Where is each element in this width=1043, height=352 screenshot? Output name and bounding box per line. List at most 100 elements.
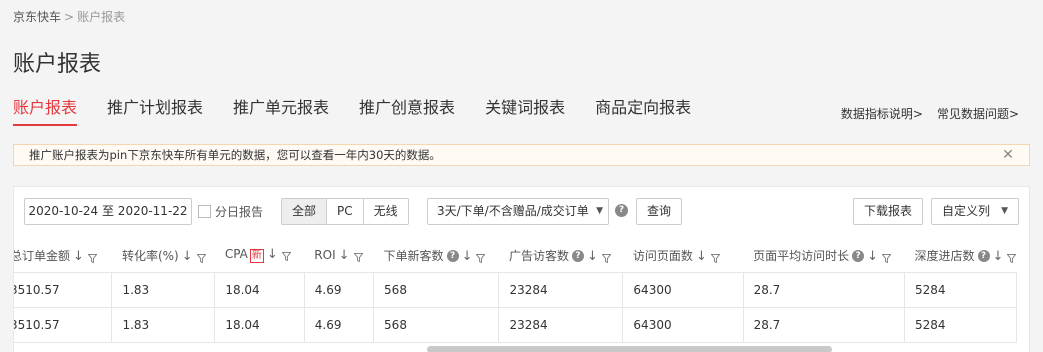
download-report-button[interactable]: 下载报表 [853, 198, 923, 225]
tab-keyword-report[interactable]: 关键词报表 [485, 96, 565, 126]
column-header[interactable]: 总订单金额 ↓ [14, 239, 112, 273]
table-cell: 23284 [498, 272, 624, 308]
column-header-label: 广告访客数 [508, 248, 569, 263]
column-header-label: ROI [314, 247, 336, 262]
breadcrumb-root[interactable]: 京东快车 [13, 10, 61, 24]
filter-icon[interactable] [196, 252, 207, 264]
sort-icon[interactable]: ↓ [73, 249, 84, 264]
table-cell: 4.69 [304, 307, 375, 343]
custom-columns-label: 自定义列 [942, 204, 991, 218]
sort-icon[interactable]: ↓ [339, 248, 350, 263]
column-header[interactable]: 广告访客数? ↓ [498, 239, 623, 273]
column-header[interactable]: 页面平均访问时长? ↓ [743, 239, 905, 273]
chevron-down-icon: ▼ [1001, 206, 1008, 216]
help-icon[interactable]: ? [446, 250, 459, 263]
attribution-select[interactable]: 3天/下单/不含赠品/成交订单 ▼ [427, 198, 609, 225]
daily-report-label: 分日报告 [215, 205, 264, 219]
table-cell: 1.83 [111, 272, 216, 308]
query-button[interactable]: 查询 [636, 198, 682, 225]
filter-icon[interactable] [475, 252, 486, 264]
chevron-down-icon: ▼ [596, 206, 603, 216]
column-header[interactable]: 访问页面数 ↓ [622, 239, 744, 273]
report-table: 总订单金额 ↓ 转化率(%) ↓ CPA 新 ↓ ROI ↓ 下单新客数? ↓ 广告访客数? ↓ 访问页面… [14, 239, 1017, 343]
filter-icon[interactable] [1006, 252, 1017, 264]
table-cell: 18.04 [214, 307, 305, 343]
filter-icon[interactable] [710, 252, 721, 264]
sort-icon[interactable]: ↓ [696, 249, 707, 264]
column-header[interactable]: CPA 新 ↓ [214, 239, 305, 273]
table-cell: 5284 [904, 307, 1017, 343]
date-range-picker[interactable]: 2020-10-24 至 2020-11-22 [24, 198, 192, 225]
tab-product-targeting-report[interactable]: 商品定向报表 [595, 96, 691, 126]
column-header-label: 页面平均访问时长 [753, 248, 850, 263]
column-header-label: 深度进店数 [914, 248, 975, 263]
table-cell: 568 [373, 307, 500, 343]
help-icon[interactable]: ? [572, 250, 584, 263]
custom-columns-button[interactable]: 自定义列 ▼ [931, 198, 1019, 225]
page-title: 账户报表 [13, 52, 102, 77]
horizontal-scrollbar[interactable] [427, 346, 832, 352]
table-cell: 18.04 [214, 272, 305, 308]
filter-icon[interactable] [87, 252, 98, 264]
close-icon[interactable]: ✕ [1001, 146, 1015, 164]
table-cell: 3510.57 [14, 272, 113, 308]
column-header[interactable]: ROI ↓ [304, 239, 374, 273]
sort-icon[interactable]: ↓ [462, 249, 473, 264]
report-tabs: 账户报表 推广计划报表 推广单元报表 推广创意报表 关键词报表 商品定向报表 [13, 96, 721, 126]
column-header-label: 总订单金额 [14, 248, 71, 263]
attribution-select-value: 3天/下单/不含赠品/成交订单 [437, 204, 589, 218]
breadcrumb-separator: > [64, 10, 75, 24]
table-row: 3510.57 1.83 18.04 4.69 568 23284 64300 28.7 528… [14, 272, 1017, 308]
faq-link[interactable]: 常见数据问题> [937, 105, 1019, 122]
tab-account-report[interactable]: 账户报表 [13, 96, 78, 126]
metrics-help-link[interactable]: 数据指标说明> [841, 105, 923, 122]
new-badge: 新 [249, 249, 264, 264]
column-header[interactable]: 下单新客数? ↓ [373, 239, 499, 273]
tab-creative-report[interactable]: 推广创意报表 [359, 96, 455, 126]
daily-report-toggle[interactable]: 分日报告 [198, 203, 263, 220]
column-header-label: CPA [224, 247, 248, 262]
table-header-row: 总订单金额 ↓ 转化率(%) ↓ CPA 新 ↓ ROI ↓ 下单新客数? ↓ 广告访客数? ↓ 访问页面… [14, 239, 1017, 273]
report-table-container[interactable]: 总订单金额 ↓ 转化率(%) ↓ CPA 新 ↓ ROI ↓ 下单新客数? ↓ 广告访客数? ↓ 访问页面… [14, 239, 1029, 352]
table-cell: 4.69 [304, 272, 375, 308]
sort-icon[interactable]: ↓ [993, 249, 1004, 264]
table-cell: 3510.57 [14, 307, 113, 343]
sort-icon[interactable]: ↓ [587, 249, 598, 264]
help-links: 数据指标说明> 常见数据问题> [841, 105, 1019, 122]
filter-icon[interactable] [353, 251, 363, 263]
column-header[interactable]: 转化率(%) ↓ [111, 239, 215, 273]
column-header[interactable]: 深度进店数? ↓ [904, 239, 1017, 273]
table-row: 3510.57 1.83 18.04 4.69 568 23284 64300 28.7 528… [14, 307, 1017, 343]
help-icon[interactable]: ? [977, 250, 990, 263]
table-cell: 1.83 [111, 307, 216, 343]
device-segment: 全部 PC 无线 [281, 198, 409, 225]
column-header-label: 转化率(%) [121, 248, 179, 263]
sort-icon[interactable]: ↓ [867, 249, 878, 264]
device-option-all[interactable]: 全部 [282, 199, 328, 224]
tab-campaign-report[interactable]: 推广计划报表 [107, 96, 203, 126]
device-option-pc[interactable]: PC [327, 199, 364, 224]
notice-bar: 推广账户报表为pin下京东快车所有单元的数据，您可以查看一年内30天的数据。 ✕ [13, 144, 1030, 166]
daily-report-checkbox[interactable] [198, 205, 211, 218]
column-header-label: 下单新客数 [383, 248, 444, 263]
table-cell: 568 [373, 272, 500, 308]
breadcrumb-current: 账户报表 [77, 10, 126, 24]
table-cell: 5284 [904, 272, 1017, 308]
table-cell: 64300 [622, 272, 744, 308]
help-icon[interactable]: ? [615, 204, 628, 217]
filter-icon[interactable] [601, 252, 612, 264]
table-cell: 28.7 [743, 272, 906, 308]
table-cell: 23284 [498, 307, 624, 343]
report-panel: 2020-10-24 至 2020-11-22 分日报告 全部 PC 无线 3天… [13, 186, 1030, 352]
tab-unit-report[interactable]: 推广单元报表 [233, 96, 329, 126]
column-header-label: 访问页面数 [632, 248, 693, 263]
sort-icon[interactable]: ↓ [182, 249, 193, 264]
table-cell: 28.7 [743, 307, 906, 343]
filter-bar: 2020-10-24 至 2020-11-22 分日报告 全部 PC 无线 3天… [14, 187, 1029, 239]
help-icon[interactable]: ? [852, 250, 865, 263]
filter-icon[interactable] [281, 250, 292, 262]
device-option-mobile[interactable]: 无线 [363, 199, 408, 224]
filter-icon[interactable] [881, 252, 892, 264]
breadcrumb: 京东快车 > 账户报表 [13, 8, 125, 25]
sort-icon[interactable]: ↓ [267, 247, 278, 262]
